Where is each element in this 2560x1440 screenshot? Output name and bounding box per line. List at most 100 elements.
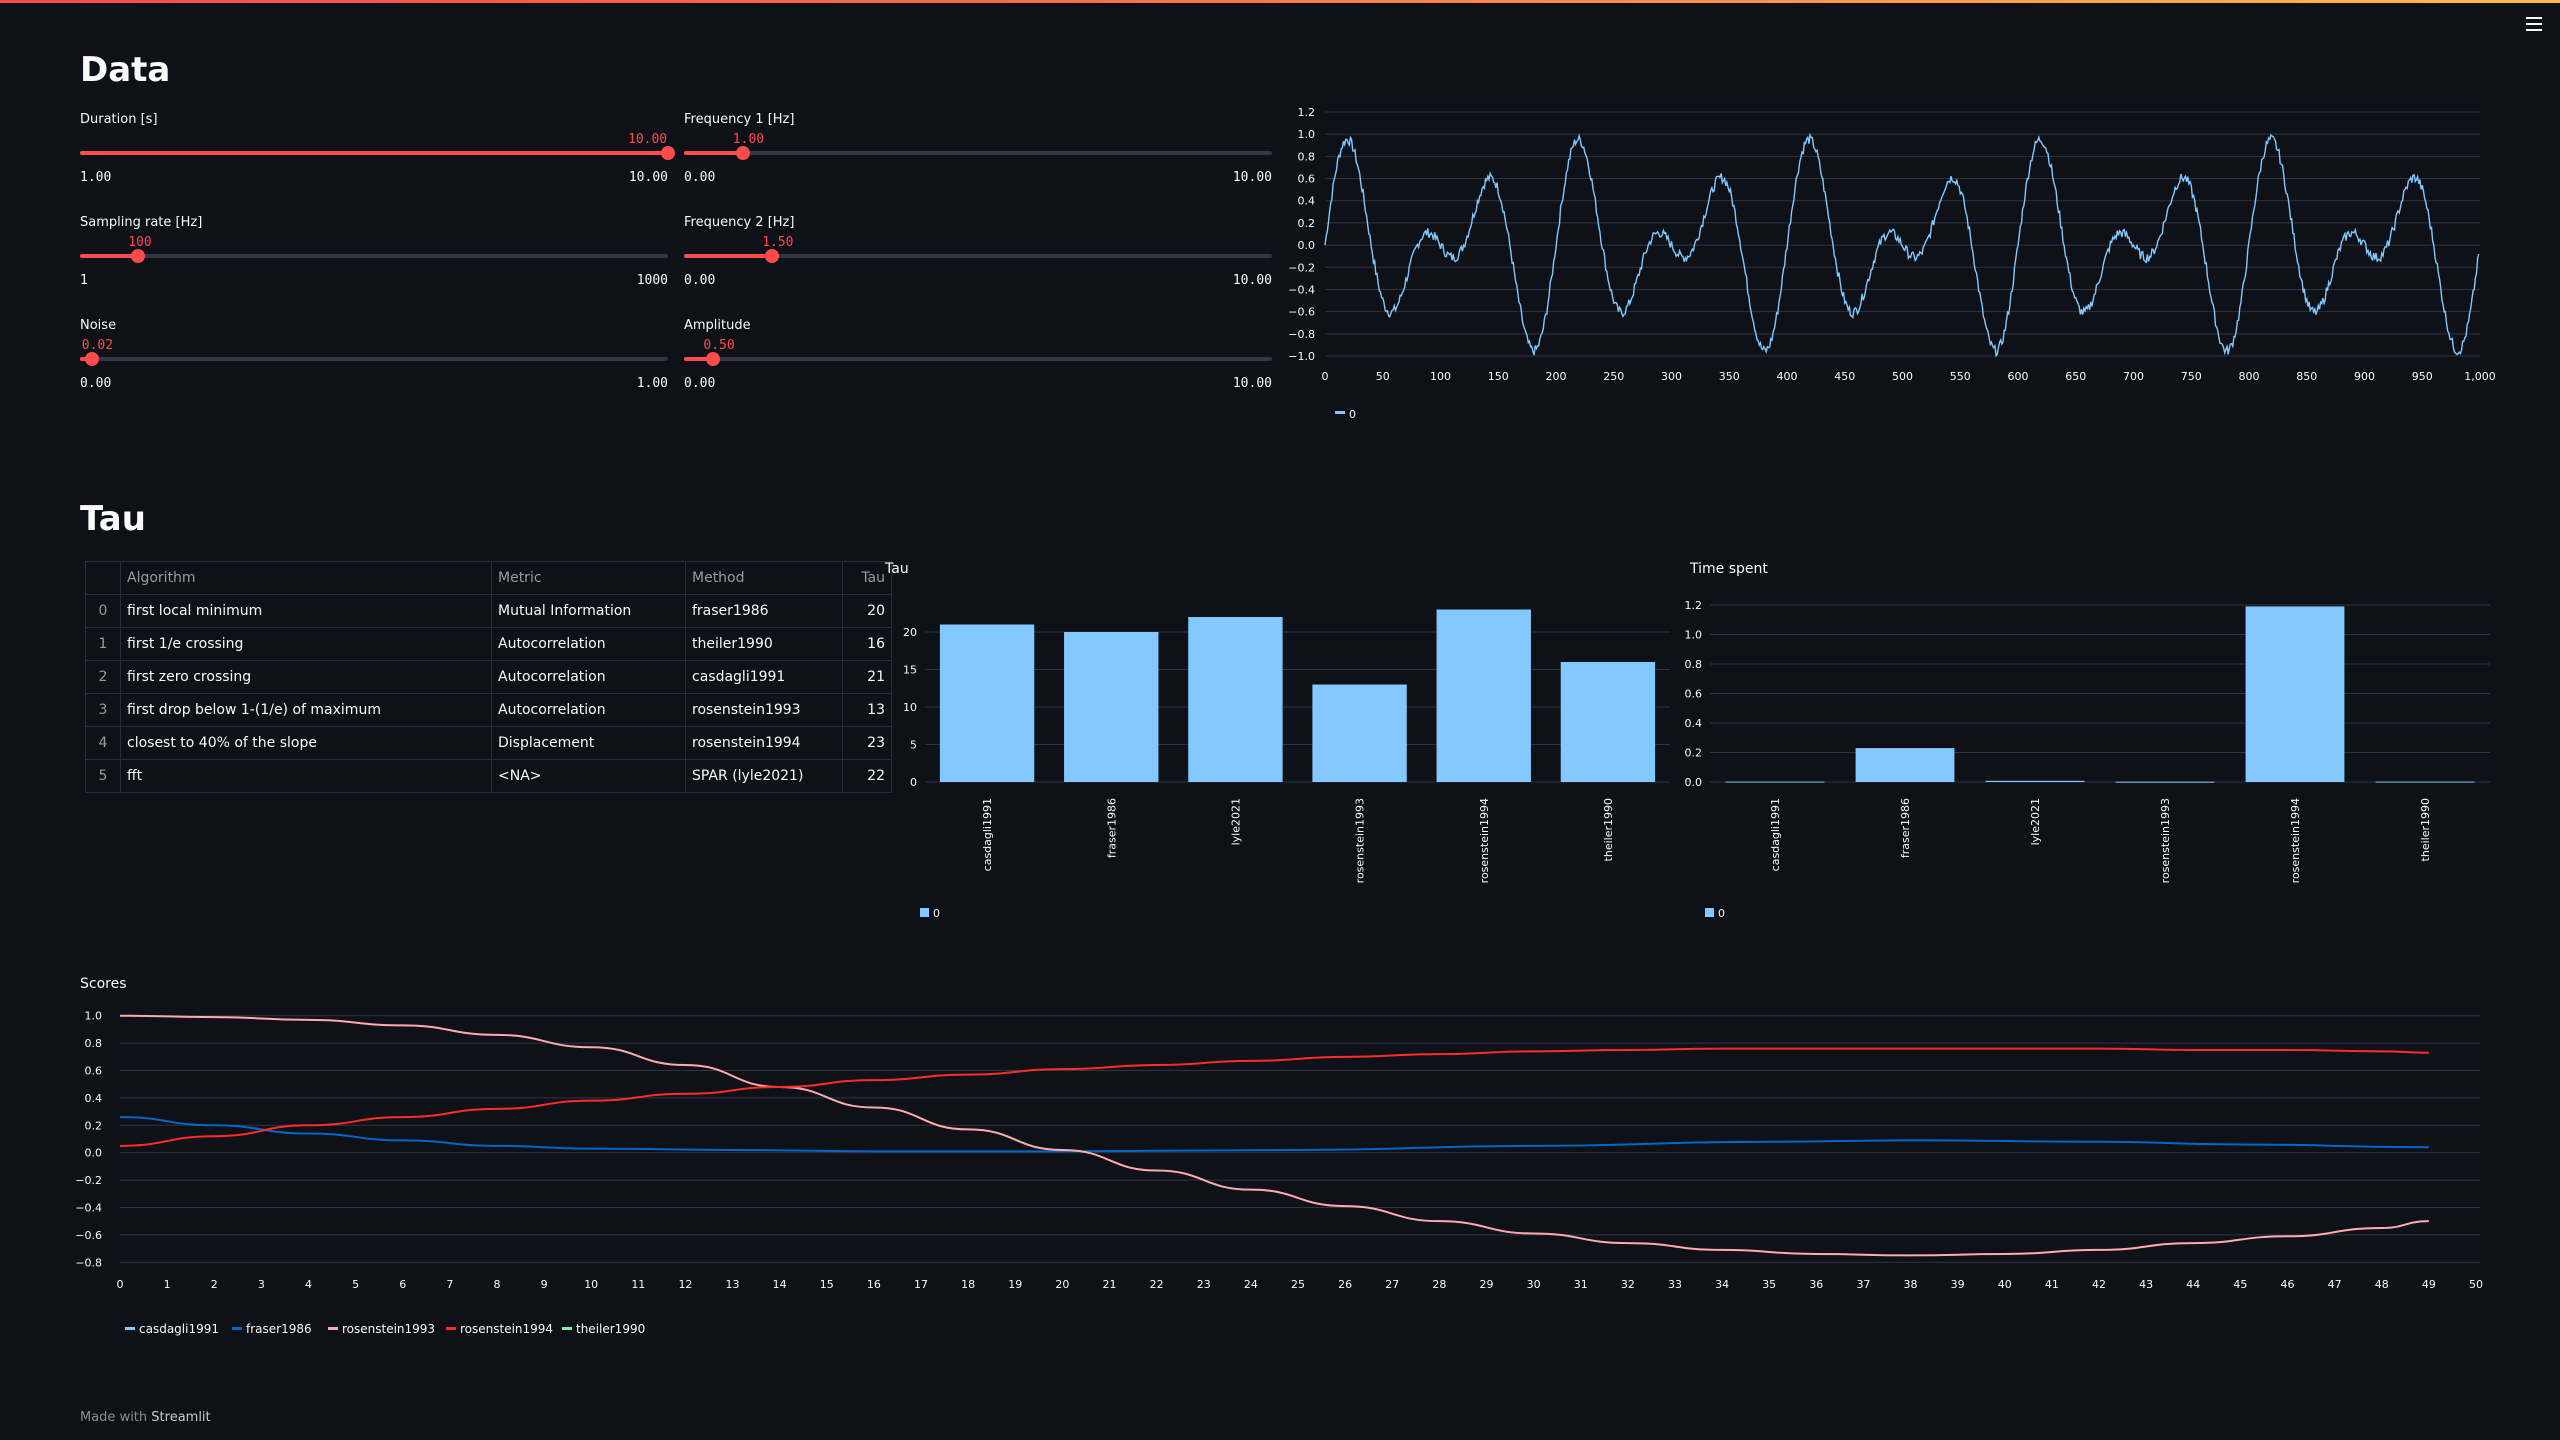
slider-thumb[interactable] bbox=[706, 352, 721, 366]
x-tick-label: 500 bbox=[1892, 370, 1913, 383]
slider-min: 0.00 bbox=[684, 376, 716, 391]
x-tick-label: 45 bbox=[2233, 1278, 2247, 1291]
table-cell-index[interactable]: 0 bbox=[85, 594, 121, 628]
y-tick-label: 0.0 bbox=[1685, 776, 1703, 789]
y-tick-label: −0.6 bbox=[75, 1229, 102, 1242]
y-tick-label: 10 bbox=[903, 701, 917, 714]
slider-track[interactable] bbox=[80, 352, 668, 366]
table-cell-algorithm[interactable]: first local minimum bbox=[120, 594, 492, 628]
x-tick-label: fraser1986 bbox=[1105, 798, 1118, 858]
slider-thumb[interactable] bbox=[131, 249, 146, 263]
slider-max: 10.00 bbox=[1232, 170, 1272, 185]
x-tick-label: 49 bbox=[2422, 1278, 2436, 1291]
tau-bar-chart: 0 5 10 15 20 casdagli1991 fraser1986 lyle2021 ro… bbox=[903, 609, 1670, 920]
tau-table[interactable]: Algorithm Metric Method Tau 0 first local… bbox=[85, 561, 892, 793]
table-cell-method[interactable]: theiler1990 bbox=[685, 627, 843, 661]
slider-fill bbox=[80, 151, 668, 155]
y-tick-label: 0 bbox=[910, 776, 917, 789]
hamburger-menu-icon[interactable] bbox=[2524, 14, 2544, 34]
y-tick-label: 0.6 bbox=[85, 1065, 103, 1078]
slider-thumb[interactable] bbox=[84, 352, 99, 366]
x-tick-label: 19 bbox=[1008, 1278, 1022, 1291]
table-cell-algorithm[interactable]: first zero crossing bbox=[120, 660, 492, 694]
time-spent-bar-chart: 0.0 0.2 0.4 0.6 0.8 1.0 1.2 casdagli1991 fraser1… bbox=[1685, 599, 2490, 920]
x-tick-label: 2 bbox=[211, 1278, 218, 1291]
slider-track[interactable] bbox=[80, 146, 675, 160]
table-cell-method[interactable]: casdagli1991 bbox=[685, 660, 843, 694]
table-cell-method[interactable]: SPAR (lyle2021) bbox=[685, 759, 843, 793]
x-tick-label: 800 bbox=[2239, 370, 2260, 383]
slider-track[interactable] bbox=[684, 352, 1272, 366]
bar-fraser1986 bbox=[1064, 632, 1159, 782]
table-cell-algorithm[interactable]: closest to 40% of the slope bbox=[120, 726, 492, 760]
table-row[interactable]: 5 fft <NA> SPAR (lyle2021) 22 bbox=[85, 759, 892, 793]
slider-fill bbox=[684, 151, 743, 155]
slider-noise[interactable]: Noise 0.02 0.00 1.00 bbox=[80, 318, 668, 398]
slider-fill bbox=[80, 254, 139, 258]
x-tick-label: 34 bbox=[1715, 1278, 1729, 1291]
y-tick-label: 0.6 bbox=[1685, 687, 1703, 700]
table-row[interactable]: 4 closest to 40% of the slope Displacement… bbox=[85, 726, 892, 760]
slider-sampling[interactable]: Sampling rate [Hz] 100 1 1000 bbox=[80, 215, 668, 295]
x-tick-label: 29 bbox=[1479, 1278, 1493, 1291]
table-header-metric[interactable]: Metric bbox=[491, 561, 686, 595]
x-tick-label: 8 bbox=[493, 1278, 500, 1291]
table-cell-algorithm[interactable]: first drop below 1-(1/e) of maximum bbox=[120, 693, 492, 727]
table-cell-metric[interactable]: Autocorrelation bbox=[491, 660, 686, 694]
table-cell-algorithm[interactable]: fft bbox=[120, 759, 492, 793]
slider-freq1[interactable]: Frequency 1 [Hz] 1.00 0.00 10.00 bbox=[684, 112, 1272, 192]
slider-thumb[interactable] bbox=[735, 146, 750, 160]
table-row[interactable]: 3 first drop below 1-(1/e) of maximum Auto… bbox=[85, 693, 892, 727]
slider-amplitude[interactable]: Amplitude 0.50 0.00 10.00 bbox=[684, 318, 1272, 398]
slider-min: 0.00 bbox=[80, 376, 112, 391]
table-cell-index[interactable]: 4 bbox=[85, 726, 121, 760]
y-tick-label: 0.8 bbox=[1298, 150, 1316, 163]
table-cell-method[interactable]: rosenstein1993 bbox=[685, 693, 843, 727]
y-tick-label: 0.4 bbox=[85, 1092, 103, 1105]
table-cell-method[interactable]: rosenstein1994 bbox=[685, 726, 843, 760]
slider-track[interactable] bbox=[684, 146, 1272, 160]
table-cell-metric[interactable]: Autocorrelation bbox=[491, 693, 686, 727]
legend-label: fraser1986 bbox=[246, 1322, 312, 1336]
table-cell-index[interactable]: 3 bbox=[85, 693, 121, 727]
table-cell-metric[interactable]: Displacement bbox=[491, 726, 686, 760]
x-tick-label: 50 bbox=[1376, 370, 1390, 383]
table-cell-metric[interactable]: Mutual Information bbox=[491, 594, 686, 628]
x-tick-label: 0 bbox=[117, 1278, 124, 1291]
table-cell-method[interactable]: fraser1986 bbox=[685, 594, 843, 628]
table-header-method[interactable]: Method bbox=[685, 561, 843, 595]
x-tick-label: 33 bbox=[1668, 1278, 1682, 1291]
y-tick-label: −0.2 bbox=[1288, 261, 1315, 274]
table-header-index[interactable] bbox=[85, 561, 121, 595]
slider-thumb[interactable] bbox=[765, 249, 780, 263]
table-row[interactable]: 1 first 1/e crossing Autocorrelation theile… bbox=[85, 627, 892, 661]
slider-track[interactable] bbox=[80, 249, 668, 263]
table-cell-metric[interactable]: <NA> bbox=[491, 759, 686, 793]
table-header-algorithm[interactable]: Algorithm bbox=[120, 561, 492, 595]
y-tick-label: 20 bbox=[903, 626, 917, 639]
x-tick-label: fraser1986 bbox=[1899, 798, 1912, 858]
slider-freq2[interactable]: Frequency 2 [Hz] 1.50 0.00 10.00 bbox=[684, 215, 1272, 295]
table-row[interactable]: 0 first local minimum Mutual Information fr… bbox=[85, 594, 892, 628]
x-tick-label: 40 bbox=[1998, 1278, 2012, 1291]
slider-value: 10.00 bbox=[628, 132, 668, 147]
slider-min: 0.00 bbox=[684, 273, 716, 288]
bar-rosenstein1993 bbox=[2115, 781, 2215, 783]
bar-lyle2021 bbox=[1985, 780, 2085, 782]
x-tick-label: 16 bbox=[867, 1278, 881, 1291]
table-cell-metric[interactable]: Autocorrelation bbox=[491, 627, 686, 661]
table-row[interactable]: 2 first zero crossing Autocorrelation casda… bbox=[85, 660, 892, 694]
table-cell-index[interactable]: 2 bbox=[85, 660, 121, 694]
table-cell-index[interactable]: 5 bbox=[85, 759, 121, 793]
slider-thumb[interactable] bbox=[661, 146, 675, 160]
table-cell-algorithm[interactable]: first 1/e crossing bbox=[120, 627, 492, 661]
footer-prefix: Made with bbox=[80, 1410, 152, 1425]
table-cell-index[interactable]: 1 bbox=[85, 627, 121, 661]
y-tick-label: 1.2 bbox=[1298, 106, 1316, 119]
series-line-rosenstein1993 bbox=[119, 1014, 2429, 1257]
slider-track[interactable] bbox=[684, 249, 1272, 263]
slider-duration[interactable]: Duration [s] 10.00 1.00 10.00 bbox=[80, 112, 675, 192]
x-tick-label: 30 bbox=[1527, 1278, 1541, 1291]
streamlit-link[interactable]: Streamlit bbox=[151, 1410, 210, 1425]
legend-swatch bbox=[125, 1327, 135, 1330]
